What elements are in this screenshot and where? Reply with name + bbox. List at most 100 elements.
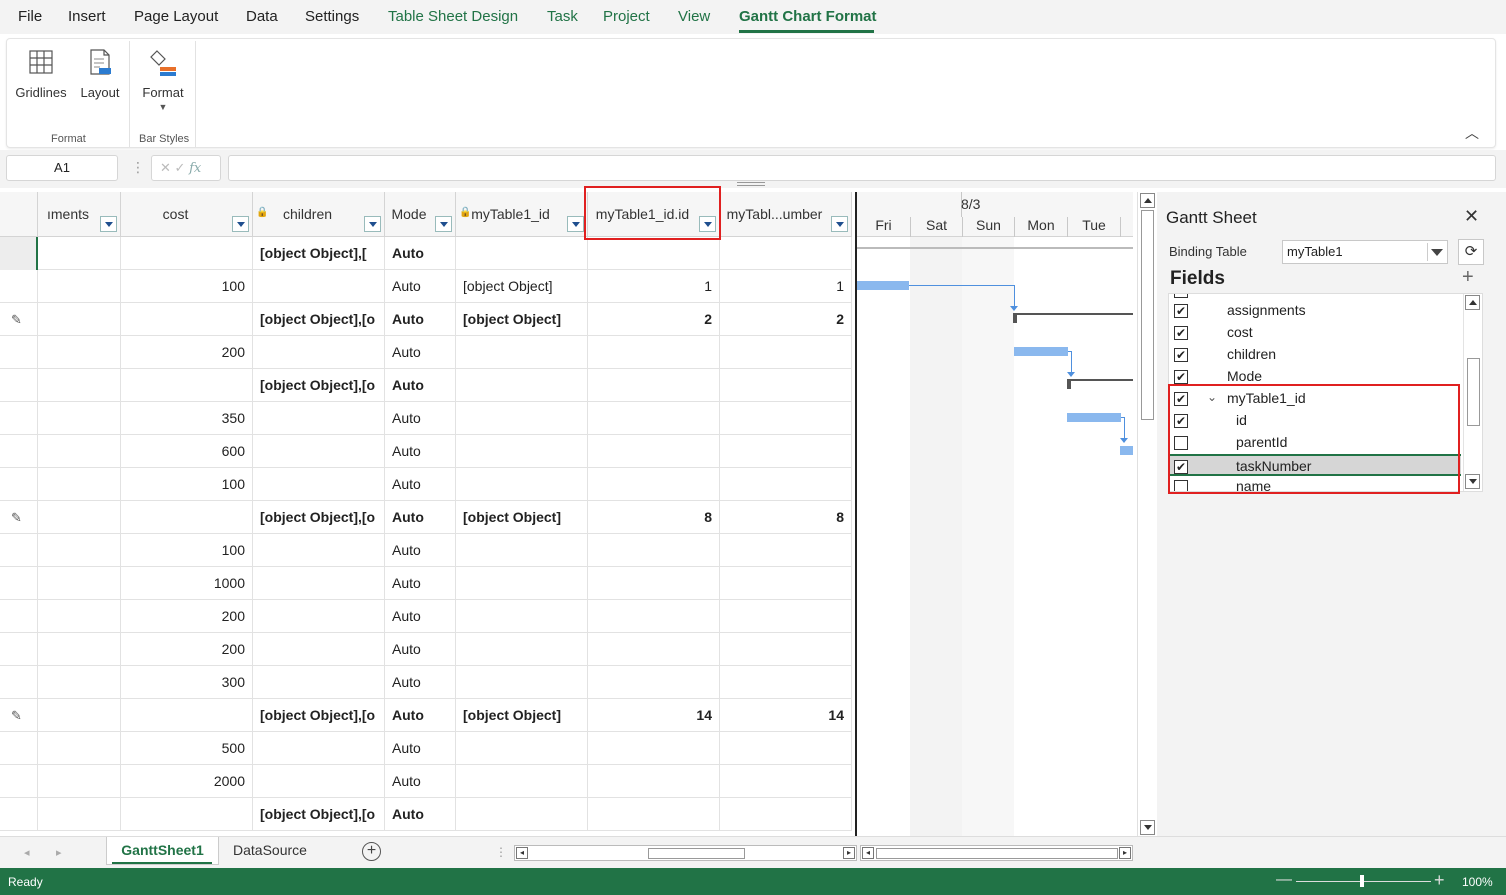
table-cell[interactable] [253,633,385,666]
table-cell[interactable]: 300 [121,666,253,699]
tab-ganttsheet1[interactable]: GanttSheet1 [106,837,219,865]
table-cell[interactable]: 2 [720,303,852,336]
table-row[interactable]: 500 Auto [0,732,852,765]
table-row[interactable]: 300 Auto [0,666,852,699]
task-bar[interactable] [1120,446,1133,455]
table-cell[interactable] [720,534,852,567]
cancel-icon[interactable]: ✕ [160,160,171,175]
table-cell[interactable] [456,534,588,567]
grid-horizontal-scrollbar[interactable]: ◂ ▸ [514,845,857,861]
table-cell[interactable] [720,369,852,402]
table-cell[interactable] [720,765,852,798]
scroll-thumb[interactable] [1467,358,1480,426]
table-cell[interactable] [38,435,121,468]
table-row[interactable]: ✎ [object Object],[o Auto [object Object] 2 2 [0,303,852,336]
gantt-horizontal-scrollbar[interactable]: ◂ ▸ [860,845,1133,861]
table-row[interactable]: [object Object],[o Auto [0,369,852,402]
table-cell[interactable] [456,666,588,699]
table-cell[interactable]: [object Object],[o [253,303,385,336]
row-header[interactable] [0,567,38,600]
table-cell[interactable] [253,534,385,567]
field-item[interactable]: ✔ children [1169,344,1461,366]
table-cell[interactable] [456,732,588,765]
table-cell[interactable]: 1 [588,270,720,303]
column-header[interactable]: ıments [38,192,121,237]
table-cell[interactable]: 100 [121,270,253,303]
table-cell[interactable] [588,435,720,468]
table-cell[interactable]: Auto [385,567,456,600]
table-cell[interactable] [38,732,121,765]
scroll-down-icon[interactable] [1465,474,1480,489]
field-list-scrollbar[interactable] [1463,294,1482,491]
table-cell[interactable] [38,798,121,831]
table-cell[interactable] [588,798,720,831]
table-cell[interactable] [38,468,121,501]
table-cell[interactable]: Auto [385,765,456,798]
table-cell[interactable]: [object Object] [456,501,588,534]
table-cell[interactable] [456,798,588,831]
table-cell[interactable]: 8 [588,501,720,534]
add-sheet-icon[interactable]: + [362,842,381,861]
zoom-slider-thumb[interactable] [1360,875,1364,887]
table-cell[interactable]: Auto [385,303,456,336]
table-cell[interactable] [456,633,588,666]
field-item[interactable]: ✔ cost [1169,322,1461,344]
table-cell[interactable]: 100 [121,534,253,567]
field-checkbox[interactable]: ✔ [1174,370,1188,384]
table-cell[interactable]: Auto [385,798,456,831]
table-cell[interactable] [253,270,385,303]
table-cell[interactable]: Auto [385,633,456,666]
scroll-thumb[interactable] [1141,210,1154,420]
table-cell[interactable]: 1000 [121,567,253,600]
table-cell[interactable] [720,666,852,699]
table-cell[interactable]: Auto [385,336,456,369]
table-cell[interactable] [253,600,385,633]
table-cell[interactable] [588,666,720,699]
table-cell[interactable]: Auto [385,699,456,732]
row-header[interactable]: ✎ [0,699,38,732]
table-cell[interactable] [588,765,720,798]
table-cell[interactable] [121,501,253,534]
table-cell[interactable] [588,600,720,633]
table-cell[interactable] [588,369,720,402]
row-header[interactable] [0,666,38,699]
table-cell[interactable] [38,534,121,567]
zoom-in-icon[interactable]: + [1434,870,1445,891]
table-row[interactable]: ✎ [object Object],[o Auto [object Object] 14… [0,699,852,732]
table-cell[interactable] [720,435,852,468]
menu-file[interactable]: File [18,8,42,25]
table-cell[interactable] [588,732,720,765]
table-cell[interactable] [456,369,588,402]
task-bar[interactable] [1067,413,1121,422]
table-cell[interactable]: 100 [121,468,253,501]
table-cell[interactable] [456,237,588,270]
table-cell[interactable]: [object Object] [456,303,588,336]
row-header[interactable] [0,765,38,798]
table-cell[interactable] [253,336,385,369]
tab-prev-icon[interactable]: ◂ [24,846,30,859]
table-row[interactable]: 200 Auto [0,600,852,633]
table-cell[interactable] [38,567,121,600]
scroll-down-icon[interactable] [1140,820,1155,835]
table-row[interactable]: [object Object],[Auto [0,237,852,270]
menu-view[interactable]: View [678,8,710,25]
tab-next-icon[interactable]: ▸ [56,846,62,859]
table-cell[interactable] [38,303,121,336]
menu-gantt-chart-format[interactable]: Gantt Chart Format [739,8,877,25]
table-cell[interactable] [38,501,121,534]
summary-bar[interactable] [857,247,1133,249]
table-cell[interactable]: Auto [385,600,456,633]
scroll-left-icon[interactable]: ◂ [862,847,874,859]
task-bar[interactable] [857,281,909,290]
scroll-up-icon[interactable] [1140,193,1155,208]
table-row[interactable]: ✎ [object Object],[o Auto [object Object] 8 8 [0,501,852,534]
checkbox[interactable] [1174,294,1188,298]
column-header[interactable]: 🔒 children [253,192,385,237]
table-cell[interactable] [253,765,385,798]
confirm-icon[interactable]: ✓ [175,160,186,175]
table-cell[interactable] [253,468,385,501]
formula-input[interactable] [228,155,1496,181]
chevron-down-icon[interactable] [1427,243,1445,261]
table-row[interactable]: [object Object],[o Auto [0,798,852,831]
row-header[interactable]: ✎ [0,501,38,534]
